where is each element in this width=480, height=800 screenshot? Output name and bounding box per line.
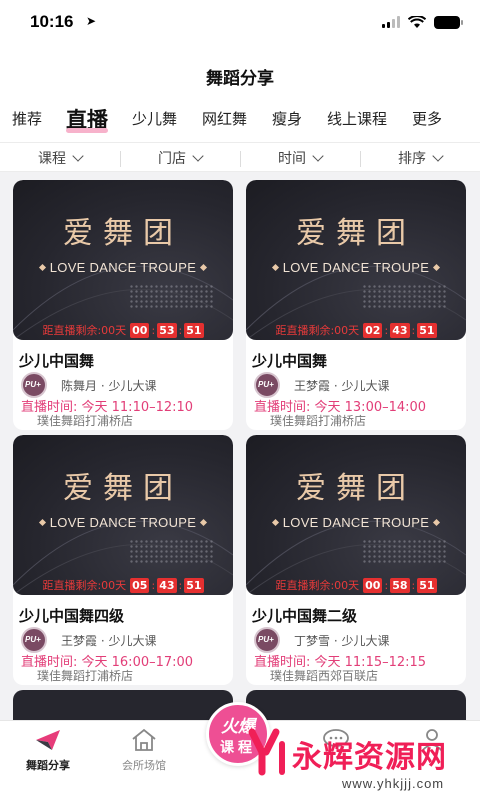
- header: 舞蹈分享: [0, 44, 480, 100]
- category-tabs: 推荐 直播 少儿舞 网红舞 瘦身 线上课程 更多: [0, 100, 480, 142]
- course-cover-image: 爱舞团 LOVE DANCE TROUPE 距直播剩余:00天 02: 43: …: [246, 180, 466, 340]
- tabbar-label: 会所场馆: [122, 759, 166, 772]
- countdown-seconds: 51: [417, 577, 437, 593]
- cover-dots: [129, 539, 213, 565]
- filter-course-label: 课程: [38, 151, 66, 167]
- countdown-minutes: 53: [157, 322, 177, 338]
- teacher-and-class-type: 王梦霞 · 少儿大课: [61, 634, 157, 648]
- teacher-and-class-type: 王梦霞 · 少儿大课: [294, 379, 390, 393]
- watermark: 永辉资源网 www.yhkjjj.com: [246, 726, 476, 800]
- filter-course[interactable]: 课程: [0, 148, 120, 168]
- cover-subtitle: LOVE DANCE TROUPE: [246, 260, 466, 275]
- filter-bar: 课程 门店 时间 排序: [0, 142, 480, 172]
- chevron-down-icon: [432, 150, 444, 162]
- active-tab-indicator: [66, 128, 108, 133]
- countdown-seconds: 51: [184, 577, 204, 593]
- filter-time[interactable]: 时间: [240, 148, 360, 168]
- cover-title: 爱舞团: [296, 471, 416, 506]
- tab-kids-dance[interactable]: 少儿舞: [132, 108, 177, 129]
- tab-online-courses[interactable]: 线上课程: [327, 108, 387, 129]
- tab-slimming[interactable]: 瘦身: [272, 108, 302, 129]
- house-icon: [132, 728, 156, 751]
- countdown-hours: 02: [363, 322, 383, 338]
- battery-icon: [434, 15, 463, 29]
- cover-title: 爱舞团: [63, 471, 183, 506]
- tab-recommend[interactable]: 推荐: [12, 108, 42, 129]
- live-course-card[interactable]: 爱舞团 LOVE DANCE TROUPE 距直播剩余:00天 00: 53: …: [13, 180, 233, 430]
- live-course-card[interactable]: 爱舞团 LOVE DANCE TROUPE 距直播剩余:00天 05: 43: …: [13, 435, 233, 685]
- countdown-label: 距直播剩余:00天: [275, 324, 360, 337]
- store-name: 璞佳舞蹈西郊百联店: [270, 669, 379, 683]
- cover-subtitle: LOVE DANCE TROUPE: [13, 515, 233, 530]
- studio-avatar: PU+: [21, 627, 47, 653]
- filter-time-label: 时间: [278, 151, 306, 167]
- studio-avatar: PU+: [21, 372, 47, 398]
- countdown-minutes: 43: [157, 577, 177, 593]
- watermark-url: www.yhkjjj.com: [342, 776, 445, 791]
- course-cover-image: 爱舞团 LOVE DANCE TROUPE 距直播剩余:00天 05: 43: …: [13, 435, 233, 595]
- watermark-logo-icon: [248, 728, 285, 776]
- cover-subtitle: LOVE DANCE TROUPE: [13, 260, 233, 275]
- filter-sort-label: 排序: [398, 151, 426, 167]
- chevron-down-icon: [72, 150, 84, 162]
- course-title: 少儿中国舞四级: [19, 607, 125, 625]
- filter-store-label: 门店: [158, 151, 186, 167]
- store-name: 璞佳舞蹈打浦桥店: [37, 414, 134, 428]
- filter-store[interactable]: 门店: [120, 148, 240, 168]
- location-arrow-icon: ➤: [86, 14, 97, 28]
- countdown-label: 距直播剩余:00天: [42, 324, 127, 337]
- wifi-icon: [408, 15, 426, 28]
- studio-avatar: PU+: [254, 627, 280, 653]
- studio-avatar: PU+: [254, 372, 280, 398]
- cover-title: 爱舞团: [296, 216, 416, 251]
- live-course-card[interactable]: 爱舞团 LOVE DANCE TROUPE 距直播剩余:00天 00: 58: …: [246, 435, 466, 685]
- countdown-hours: 00: [130, 322, 150, 338]
- countdown-hours: 05: [130, 577, 150, 593]
- countdown-timer: 距直播剩余:00天 02: 43: 51: [275, 322, 437, 338]
- tabbar-item-dance-share[interactable]: 舞蹈分享: [8, 727, 88, 773]
- countdown-minutes: 58: [390, 577, 410, 593]
- tab-influencer-dance[interactable]: 网红舞: [202, 108, 247, 129]
- cover-dots: [362, 284, 446, 310]
- countdown-seconds: 51: [417, 322, 437, 338]
- countdown-timer: 距直播剩余:00天 05: 43: 51: [42, 577, 204, 593]
- cover-subtitle: LOVE DANCE TROUPE: [246, 515, 466, 530]
- course-title: 少儿中国舞二级: [252, 607, 358, 625]
- countdown-label: 距直播剩余:00天: [275, 579, 360, 592]
- filter-sort[interactable]: 排序: [360, 148, 480, 168]
- cover-title: 爱舞团: [63, 216, 183, 251]
- paper-plane-icon: [36, 730, 60, 750]
- cellular-signal-icon: [382, 16, 400, 28]
- chevron-down-icon: [192, 150, 204, 162]
- chevron-down-icon: [312, 150, 324, 162]
- course-cover-image: 爱舞团 LOVE DANCE TROUPE 距直播剩余:00天 00: 58: …: [246, 435, 466, 595]
- course-cover-image: 爱舞团 LOVE DANCE TROUPE 距直播剩余:00天 00: 53: …: [13, 180, 233, 340]
- page-title: 舞蹈分享: [206, 69, 274, 88]
- cover-dots: [129, 284, 213, 310]
- countdown-timer: 距直播剩余:00天 00: 53: 51: [42, 322, 204, 338]
- store-name: 璞佳舞蹈打浦桥店: [37, 669, 134, 683]
- cover-dots: [362, 539, 446, 565]
- watermark-text: 永辉资源网: [292, 740, 447, 775]
- tabbar-label: 舞蹈分享: [26, 759, 70, 772]
- status-indicators: [382, 14, 463, 30]
- countdown-timer: 距直播剩余:00天 00: 58: 51: [275, 577, 437, 593]
- countdown-label: 距直播剩余:00天: [42, 579, 127, 592]
- countdown-seconds: 51: [184, 322, 204, 338]
- status-time: 10:16: [30, 12, 74, 31]
- countdown-minutes: 43: [390, 322, 410, 338]
- status-bar: 10:16 ➤: [0, 0, 480, 44]
- countdown-hours: 00: [363, 577, 383, 593]
- tabbar-item-venues[interactable]: 会所场馆: [104, 727, 184, 773]
- live-course-card[interactable]: 爱舞团 LOVE DANCE TROUPE 距直播剩余:00天 02: 43: …: [246, 180, 466, 430]
- course-title: 少儿中国舞: [252, 352, 328, 370]
- store-name: 璞佳舞蹈打浦桥店: [270, 414, 367, 428]
- teacher-and-class-type: 丁梦雪 · 少儿大课: [294, 634, 390, 648]
- course-title: 少儿中国舞: [19, 352, 95, 370]
- teacher-and-class-type: 陈舞月 · 少儿大课: [61, 379, 157, 393]
- tab-more[interactable]: 更多: [412, 108, 442, 129]
